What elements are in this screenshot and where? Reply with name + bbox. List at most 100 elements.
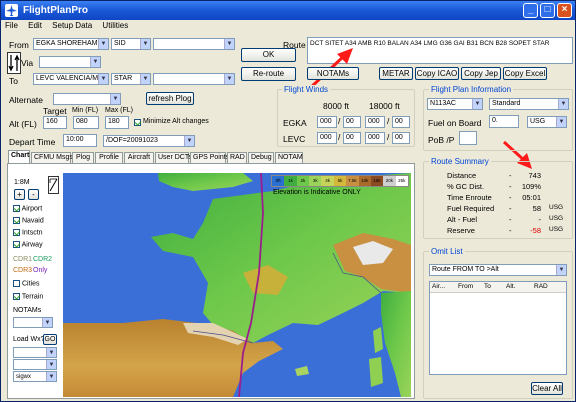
omit-col-from[interactable]: From <box>458 283 473 290</box>
pob-input[interactable] <box>459 131 477 145</box>
star-select[interactable]: STAR ▼ <box>111 73 151 85</box>
metar-button[interactable]: METAR <box>379 67 413 80</box>
layer-airway[interactable]: Airway <box>13 241 43 248</box>
airway-checkbox[interactable] <box>13 241 20 248</box>
copy-jep-button[interactable]: Copy Jep <box>461 67 501 80</box>
tab-notam[interactable]: NOTAM <box>275 152 303 163</box>
wind-dir-input[interactable]: 000 <box>365 132 385 144</box>
zoom-in-button[interactable]: + <box>14 189 25 200</box>
summary-value: 05:01 <box>522 193 541 202</box>
omit-list-table[interactable]: Air... From To Alt. RAD <box>429 281 567 375</box>
menu-edit[interactable]: Edit <box>24 20 46 31</box>
min-alt-input[interactable]: 080 <box>73 116 99 129</box>
layer-navaid[interactable]: Navaid <box>13 217 44 224</box>
dof-value: /DOF=20091023 <box>106 137 158 144</box>
chevron-down-icon: ▼ <box>556 117 566 127</box>
minimize-icon[interactable]: _ <box>523 3 538 18</box>
omit-col-to[interactable]: To <box>484 283 491 290</box>
wind-speed-input[interactable]: 00 <box>343 116 361 128</box>
sid-transition-select[interactable]: ▼ <box>153 38 235 50</box>
dof-select[interactable]: /DOF=20091023 ▼ <box>103 135 195 147</box>
to-select[interactable]: LEVC VALENCIA/MA ▼ <box>33 73 109 85</box>
maximize-icon[interactable]: □ <box>540 3 555 18</box>
wind-dir-input[interactable]: 000 <box>365 116 385 128</box>
terrain-checkbox[interactable] <box>13 293 20 300</box>
wind-speed-input[interactable]: 00 <box>392 132 410 144</box>
alternate-select[interactable]: ▼ <box>53 93 121 105</box>
tab-gps-points[interactable]: GPS Points <box>190 152 229 163</box>
tab-aircraft[interactable]: Aircraft <box>124 152 154 163</box>
navaid-checkbox[interactable] <box>13 217 20 224</box>
reroute-button[interactable]: Re-route <box>241 67 296 81</box>
chevron-down-icon: ▼ <box>224 39 234 49</box>
wind-dir-input[interactable]: 000 <box>317 116 337 128</box>
layer-airport[interactable]: Airport <box>13 205 42 212</box>
fuel-on-board-label: Fuel on Board <box>428 118 482 128</box>
sid-select[interactable]: SID ▼ <box>111 38 151 50</box>
menu-file[interactable]: File <box>1 20 22 31</box>
wind-dir-input[interactable]: 000 <box>317 132 337 144</box>
layer-cities[interactable]: Cities <box>13 280 39 287</box>
ok-button[interactable]: OK <box>241 48 296 62</box>
omit-col-alt[interactable]: Alt. <box>506 283 515 290</box>
omit-route-value: Route FROM TO >Alt <box>432 266 499 273</box>
aircraft-select[interactable]: N113AC ▼ <box>427 98 483 110</box>
profile-select[interactable]: Standard ▼ <box>489 98 569 110</box>
menu-setup-data[interactable]: Setup Data <box>48 20 96 31</box>
wx-select-3[interactable]: sigwx ▼ <box>13 371 57 382</box>
profile-value: Standard <box>492 100 521 107</box>
omit-col-rad[interactable]: RAD <box>534 283 548 290</box>
tab-plog[interactable]: Plog <box>72 152 94 163</box>
copy-icao-button[interactable]: Copy ICAO <box>415 67 459 80</box>
map-view[interactable]: 0ft 1k 2k 3k 4k 5k 7.5k 10k 15k 20k 25k Elevation … <box>63 173 411 397</box>
refresh-plog-button[interactable]: refresh Plog <box>146 92 194 105</box>
wx-select-2[interactable]: ▼ <box>13 359 57 370</box>
star-transition-select[interactable]: ▼ <box>153 73 235 85</box>
title-bar[interactable]: FlightPlanPro _ □ × <box>1 1 575 20</box>
notams-button[interactable]: NOTAMs <box>307 67 359 80</box>
from-select[interactable]: EGKA SHOREHAM ▼ <box>33 38 109 50</box>
airport-checkbox[interactable] <box>13 205 20 212</box>
notams-select[interactable]: ▼ <box>13 317 53 328</box>
fuel-unit-value: USG <box>530 118 546 125</box>
cdr3-label[interactable]: CDR3 <box>13 267 32 274</box>
alt-fl-label: Alt (FL) <box>9 119 37 129</box>
cities-checkbox[interactable] <box>13 280 20 287</box>
fuel-unit-select[interactable]: USG ▼ <box>527 116 567 128</box>
max-alt-input[interactable]: 180 <box>105 116 129 129</box>
chevron-down-icon: ▼ <box>98 39 108 49</box>
wind-speed-input[interactable]: 00 <box>343 132 361 144</box>
wind-speed-input[interactable]: 00 <box>392 116 410 128</box>
cdr2-label[interactable]: CDR2 <box>33 256 52 263</box>
tab-user-dcts[interactable]: User DCTs <box>155 152 192 163</box>
tab-cfmu-msgs[interactable]: CFMU Msgs <box>31 152 73 163</box>
zoom-out-button[interactable]: - <box>28 189 39 200</box>
omit-col-aircraft[interactable]: Air... <box>432 283 445 290</box>
clear-all-button[interactable]: Clear All <box>531 382 563 395</box>
only-label[interactable]: Only <box>33 267 47 274</box>
menu-utilities[interactable]: Utilities <box>98 20 132 31</box>
tab-chart[interactable]: Chart <box>8 150 30 163</box>
summary-dash: - <box>509 204 512 213</box>
copy-excel-button[interactable]: Copy Excel <box>503 67 547 80</box>
tab-debug[interactable]: Debug <box>248 152 274 163</box>
go-button[interactable]: GO <box>43 334 57 345</box>
fuel-on-board-input[interactable]: 0. <box>489 115 519 128</box>
max-fl-label: Max (FL) <box>105 107 133 114</box>
wx-select-1[interactable]: ▼ <box>13 347 57 358</box>
intsctn-checkbox[interactable] <box>13 229 20 236</box>
depart-time-input[interactable]: 10:00 <box>63 134 97 147</box>
omit-route-select[interactable]: Route FROM TO >Alt ▼ <box>429 264 567 276</box>
minimize-alt-checkbox[interactable] <box>134 119 141 127</box>
tab-profile[interactable]: Profile <box>95 152 123 163</box>
cdr1-label[interactable]: CDR1 <box>13 256 32 263</box>
target-alt-input[interactable]: 160 <box>43 116 67 129</box>
tab-rad[interactable]: RAD <box>227 152 247 163</box>
layer-terrain[interactable]: Terrain <box>13 293 43 300</box>
close-icon[interactable]: × <box>557 3 572 18</box>
layer-intsctn[interactable]: Intsctn <box>13 229 43 236</box>
summary-dash: - <box>509 226 512 235</box>
via-select[interactable]: ▼ <box>39 56 101 68</box>
legend-swatch: 3k <box>309 176 322 186</box>
swap-from-to-button[interactable] <box>7 52 21 74</box>
